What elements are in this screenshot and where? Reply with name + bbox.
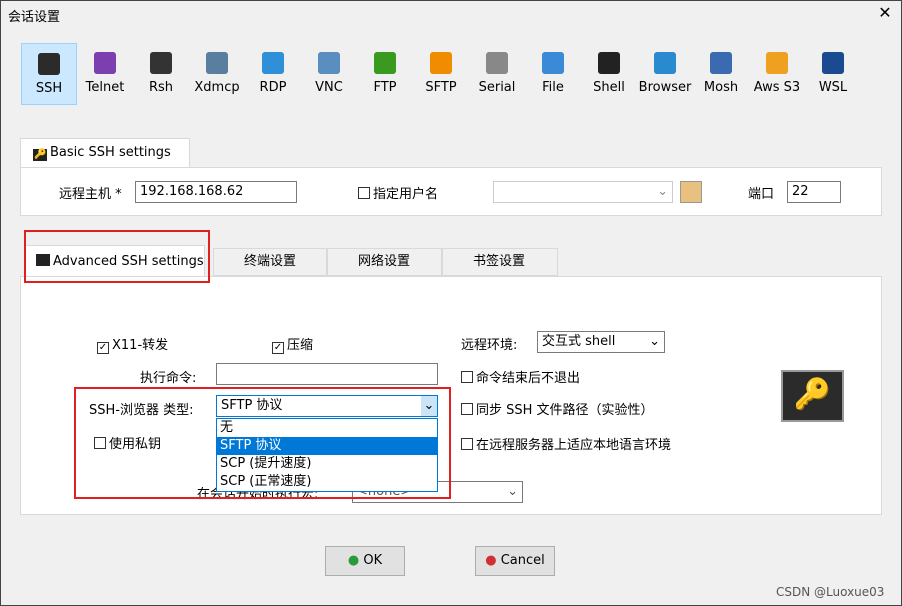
protocol-label: Telnet <box>85 80 125 95</box>
protocol-label: Mosh <box>703 80 739 95</box>
specify-user-checkbox[interactable]: 指定用户名 <box>358 183 438 202</box>
protocol-aws-s3[interactable]: Aws S3 <box>749 43 805 105</box>
protocol-label: Rsh <box>148 80 174 95</box>
protocol-label: VNC <box>315 80 343 95</box>
locale-label: 在远程服务器上适应本地语言环境 <box>476 438 672 453</box>
protocol-file[interactable]: File <box>525 43 581 105</box>
protocol-label: SFTP <box>425 80 457 95</box>
compress-label: 压缩 <box>287 338 314 353</box>
protocol-shell[interactable]: Shell <box>581 43 637 105</box>
shell-icon <box>598 52 620 74</box>
key-icon: 🔑 <box>33 149 47 161</box>
tab-bookmark[interactable]: 书签设置 <box>442 248 558 276</box>
sync-path-checkbox[interactable]: 同步 SSH 文件路径（实验性） <box>461 399 654 418</box>
port-label: 端口 <box>748 187 775 202</box>
checkbox[interactable] <box>461 403 473 415</box>
xdmcp-icon <box>206 52 228 74</box>
protocol-label: Browser <box>638 80 692 95</box>
exec-input[interactable] <box>216 363 438 385</box>
close-button[interactable]: ✕ <box>875 3 895 22</box>
protocol-sftp[interactable]: SFTP <box>413 43 469 105</box>
protocol-mosh[interactable]: Mosh <box>693 43 749 105</box>
telnet-icon <box>94 52 116 74</box>
user-icon[interactable] <box>680 181 702 203</box>
chevron-down-icon: ⌄ <box>649 334 660 349</box>
cancel-button[interactable]: ● Cancel <box>475 546 555 576</box>
ok-button[interactable]: ● OK <box>325 546 405 576</box>
specify-user-label: 指定用户名 <box>373 187 439 202</box>
highlight-box <box>24 230 210 283</box>
browser-icon <box>654 52 676 74</box>
protocol-rsh[interactable]: Rsh <box>133 43 189 105</box>
tab-basic-ssh[interactable]: 🔑 Basic SSH settings <box>20 138 190 168</box>
protocol-label: RDP <box>259 80 287 95</box>
tab-terminal[interactable]: 终端设置 <box>213 248 327 276</box>
protocol-ssh[interactable]: SSH <box>21 43 77 105</box>
no-exit-checkbox[interactable]: 命令结束后不退出 <box>461 367 580 386</box>
protocol-serial[interactable]: Serial <box>469 43 525 105</box>
protocol-xdmcp[interactable]: Xdmcp <box>189 43 245 105</box>
checkbox[interactable]: ✓ <box>272 342 284 354</box>
highlight-box <box>74 387 451 499</box>
wsl-icon <box>822 52 844 74</box>
cancel-label: Cancel <box>500 553 545 568</box>
x11-label: X11-转发 <box>112 338 169 353</box>
rdp-icon <box>262 52 284 74</box>
username-select[interactable]: ⌄ <box>493 181 673 203</box>
ok-label: OK <box>363 553 383 568</box>
key-icon: 🔑 <box>781 370 844 422</box>
protocol-telnet[interactable]: Telnet <box>77 43 133 105</box>
port-stepper[interactable]: 22 <box>787 181 841 203</box>
x11-checkbox[interactable]: ✓ X11-转发 <box>97 334 168 354</box>
host-input[interactable]: 192.168.168.62 <box>135 181 297 203</box>
protocol-label: Serial <box>478 80 516 95</box>
window-title: 会话设置 <box>8 10 61 25</box>
watermark: CSDN @Luoxue03 <box>776 585 885 599</box>
protocol-rdp[interactable]: RDP <box>245 43 301 105</box>
checkbox[interactable] <box>461 371 473 383</box>
protocol-label: Shell <box>593 80 625 95</box>
serial-icon <box>486 52 508 74</box>
sftp-icon <box>430 52 452 74</box>
chevron-down-icon: ⌄ <box>507 484 518 499</box>
sync-label: 同步 SSH 文件路径（实验性） <box>476 403 654 418</box>
mosh-icon <box>710 52 732 74</box>
protocol-label: File <box>542 80 564 95</box>
protocol-vnc[interactable]: VNC <box>301 43 357 105</box>
ftp-icon <box>374 52 396 74</box>
vnc-icon <box>318 52 340 74</box>
tab-label: Basic SSH settings <box>50 145 171 160</box>
protocol-label: FTP <box>373 80 397 95</box>
checkbox[interactable]: ✓ <box>97 342 109 354</box>
compress-checkbox[interactable]: ✓ 压缩 <box>272 334 313 354</box>
remote-env-value: 交互式 shell <box>542 334 616 349</box>
tab-network[interactable]: 网络设置 <box>327 248 442 276</box>
ssh-icon <box>38 53 60 75</box>
host-label: 远程主机 * <box>59 187 122 202</box>
protocol-label: WSL <box>818 80 848 95</box>
aws-s3-icon <box>766 52 788 74</box>
protocol-wsl[interactable]: WSL <box>805 43 861 105</box>
file-icon <box>542 52 564 74</box>
cancel-icon: ● <box>485 553 501 568</box>
protocol-browser[interactable]: Browser <box>637 43 693 105</box>
no-exit-label: 命令结束后不退出 <box>476 371 581 386</box>
rsh-icon <box>150 52 172 74</box>
checkbox[interactable] <box>358 187 370 199</box>
protocol-label: Xdmcp <box>194 80 240 95</box>
protocol-label: SSH <box>35 81 63 96</box>
checkbox[interactable] <box>461 438 473 450</box>
check-icon: ● <box>347 553 364 568</box>
protocol-label: Aws S3 <box>753 80 801 95</box>
protocol-ftp[interactable]: FTP <box>357 43 413 105</box>
remote-env-label: 远程环境: <box>461 338 518 353</box>
locale-checkbox[interactable]: 在远程服务器上适应本地语言环境 <box>461 434 671 453</box>
exec-label: 执行命令: <box>140 371 197 386</box>
remote-env-select[interactable]: 交互式 shell ⌄ <box>537 331 665 353</box>
